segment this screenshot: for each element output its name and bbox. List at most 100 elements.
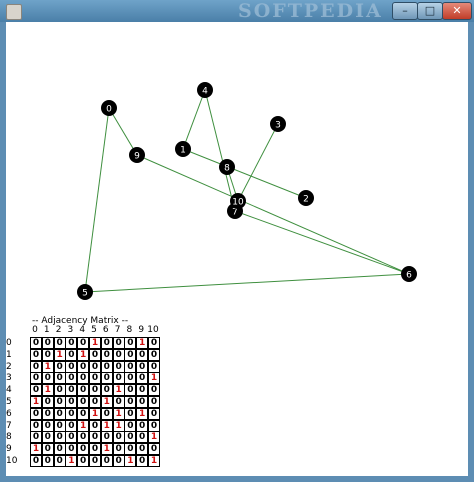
matrix-cell: 0 bbox=[53, 372, 66, 385]
matrix-cell: 0 bbox=[136, 372, 149, 385]
matrix-cell: 1 bbox=[136, 337, 149, 349]
matrix-cell: 0 bbox=[124, 384, 137, 397]
matrix-cell: 0 bbox=[100, 407, 113, 420]
matrix-col-header: 2 bbox=[55, 325, 62, 335]
graph-node-label: 3 bbox=[275, 121, 281, 131]
matrix-cell: 0 bbox=[65, 372, 78, 385]
matrix-cell: 0 bbox=[65, 407, 78, 420]
minimize-button[interactable]: – bbox=[392, 2, 418, 20]
matrix-cell: 0 bbox=[136, 443, 149, 456]
matrix-cell: 0 bbox=[136, 431, 149, 444]
matrix-cell: 0 bbox=[65, 360, 78, 373]
matrix-cell: 0 bbox=[53, 396, 66, 408]
maximize-button[interactable]: □ bbox=[417, 2, 443, 20]
matrix-cell: 0 bbox=[53, 419, 66, 432]
matrix-cell: 0 bbox=[89, 360, 101, 373]
graph-edge-0-5 bbox=[84, 107, 110, 293]
matrix-cell: 0 bbox=[124, 360, 137, 373]
matrix-cell: 0 bbox=[89, 419, 101, 432]
matrix-cell: 0 bbox=[124, 443, 137, 456]
matrix-cell: 0 bbox=[53, 455, 66, 467]
matrix-cell: 0 bbox=[89, 348, 101, 361]
graph-canvas[interactable]: 0 1 2 3 4 5 6 7 8 9 10 -- Adjacency Matrix -- 0123… bbox=[6, 22, 468, 476]
graph-node-label: 6 bbox=[406, 271, 412, 281]
matrix-cell: 0 bbox=[30, 455, 42, 467]
matrix-cell: 0 bbox=[30, 337, 42, 349]
matrix-cell: 0 bbox=[65, 443, 78, 456]
matrix-col-header: 8 bbox=[126, 325, 133, 335]
matrix-cell: 0 bbox=[124, 431, 137, 444]
matrix-cell: 1 bbox=[100, 396, 113, 408]
matrix-cell: 0 bbox=[41, 372, 54, 385]
graph-node-label: 8 bbox=[224, 164, 230, 174]
matrix-row-header: 4 bbox=[6, 385, 12, 396]
matrix-col-header: 10 bbox=[147, 325, 159, 335]
graph-edge-0-9 bbox=[108, 107, 138, 156]
matrix-cell: 1 bbox=[100, 419, 113, 432]
matrix-cell: 0 bbox=[100, 337, 113, 349]
matrix-cell: 0 bbox=[112, 396, 125, 408]
matrix-cell: 0 bbox=[124, 348, 137, 361]
matrix-cell: 0 bbox=[112, 455, 125, 467]
matrix-col-header: 1 bbox=[43, 325, 50, 335]
matrix-cell: 0 bbox=[65, 419, 78, 432]
matrix-cell: 0 bbox=[100, 431, 113, 444]
matrix-cell: 0 bbox=[100, 372, 113, 385]
matrix-cell: 0 bbox=[30, 419, 42, 432]
matrix-cell: 0 bbox=[53, 431, 66, 444]
matrix-cell: 0 bbox=[136, 384, 149, 397]
matrix-cell: 0 bbox=[148, 419, 160, 432]
matrix-cell: 1 bbox=[65, 455, 78, 467]
matrix-cell: 0 bbox=[30, 360, 42, 373]
app-icon[interactable] bbox=[6, 4, 22, 20]
matrix-cell: 0 bbox=[148, 443, 160, 456]
matrix-cell: 0 bbox=[77, 384, 90, 397]
matrix-cell: 0 bbox=[41, 431, 54, 444]
close-button[interactable]: ✕ bbox=[442, 2, 472, 20]
matrix-cell: 1 bbox=[112, 407, 125, 420]
matrix-cell: 0 bbox=[65, 348, 78, 361]
matrix-cell: 0 bbox=[53, 337, 66, 349]
graph-node-label: 5 bbox=[82, 289, 88, 299]
matrix-cell: 0 bbox=[77, 443, 90, 456]
matrix-cell: 1 bbox=[41, 360, 54, 373]
matrix-cell: 0 bbox=[77, 372, 90, 385]
matrix-cell: 0 bbox=[112, 348, 125, 361]
matrix-cell: 0 bbox=[41, 407, 54, 420]
matrix-cell: 0 bbox=[136, 360, 149, 373]
matrix-cell: 0 bbox=[41, 455, 54, 467]
title-bar: SOFTPEDIA – □ ✕ bbox=[0, 0, 474, 23]
matrix-cell: 1 bbox=[77, 348, 90, 361]
matrix-cell: 1 bbox=[30, 396, 42, 408]
matrix-cell: 1 bbox=[89, 407, 101, 420]
matrix-cell: 0 bbox=[77, 396, 90, 408]
matrix-cell: 1 bbox=[41, 384, 54, 397]
matrix-cell: 1 bbox=[136, 407, 149, 420]
matrix-cell: 0 bbox=[124, 337, 137, 349]
matrix-cell: 0 bbox=[30, 384, 42, 397]
matrix-col-header: 9 bbox=[138, 325, 145, 335]
matrix-cell: 0 bbox=[53, 384, 66, 397]
matrix-col-header: 3 bbox=[67, 325, 74, 335]
matrix-row-header: 10 bbox=[6, 456, 18, 466]
matrix-row-header: 1 bbox=[6, 349, 12, 360]
matrix-cell: 0 bbox=[148, 360, 160, 373]
matrix-cell: 0 bbox=[124, 396, 137, 408]
matrix-cell: 0 bbox=[148, 396, 160, 408]
matrix-cell: 0 bbox=[30, 348, 42, 361]
graph-edge-5-6 bbox=[84, 273, 410, 293]
matrix-cell: 0 bbox=[112, 431, 125, 444]
graph-node-label: 2 bbox=[303, 195, 309, 205]
matrix-cell: 0 bbox=[112, 337, 125, 349]
matrix-cell: 0 bbox=[148, 337, 160, 349]
matrix-cell: 0 bbox=[89, 443, 101, 456]
graph-node-label: 9 bbox=[134, 152, 140, 162]
matrix-cell: 0 bbox=[30, 372, 42, 385]
matrix-cell: 0 bbox=[89, 455, 101, 467]
matrix-row-header: 6 bbox=[6, 408, 12, 419]
matrix-cell: 0 bbox=[41, 419, 54, 432]
softpedia-watermark: SOFTPEDIA bbox=[238, 0, 383, 22]
matrix-cell: 0 bbox=[148, 384, 160, 397]
graph-node-label: 1 bbox=[180, 146, 186, 156]
matrix-cell: 0 bbox=[112, 443, 125, 456]
